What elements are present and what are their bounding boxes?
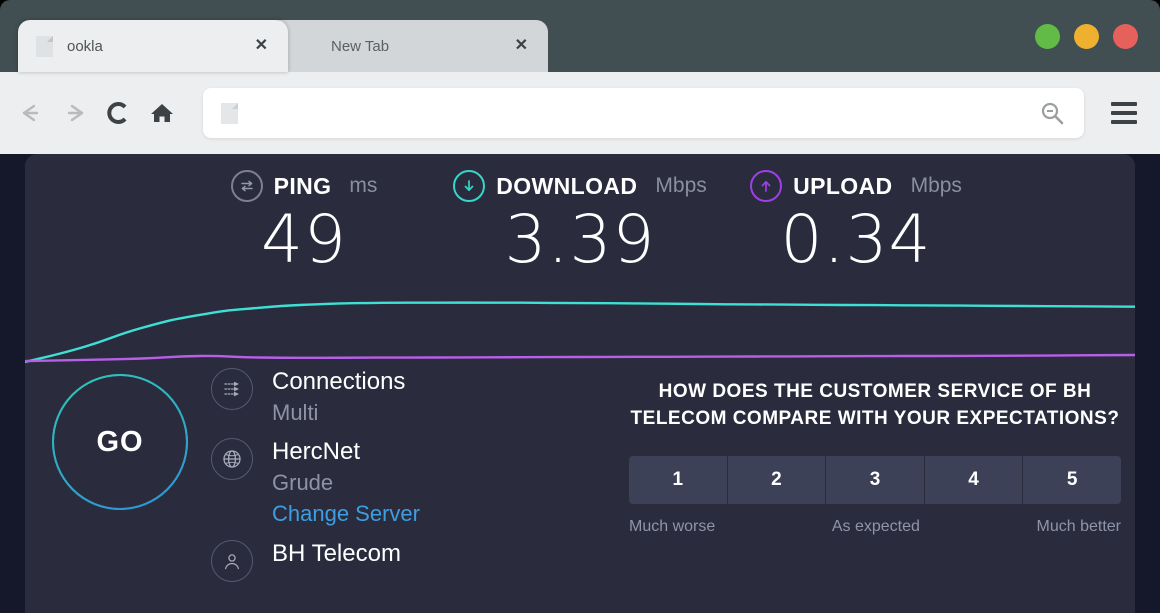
stat-header: PING ms (173, 170, 435, 202)
browser-window: New Tab ✕ ookla ✕ PING ms 49 DOWNLOAD Mb… (0, 0, 1160, 613)
stat-unit: Mbps (910, 174, 962, 197)
close-window-button[interactable] (1113, 24, 1138, 49)
hamburger-menu-icon[interactable] (1102, 91, 1146, 135)
info-row-connections[interactable]: Connections Multi (211, 366, 611, 428)
info-primary: Connections (272, 368, 406, 395)
go-button-label: GO (96, 425, 144, 458)
stat-header: UPLOAD Mbps (725, 170, 987, 202)
minimize-button[interactable] (1035, 24, 1060, 49)
browser-titlebar: New Tab ✕ ookla ✕ (0, 0, 1160, 72)
home-icon[interactable] (145, 96, 179, 130)
tab-close-icon[interactable]: ✕ (515, 38, 528, 54)
stat-label: UPLOAD (793, 172, 893, 199)
go-button[interactable]: GO (52, 374, 188, 510)
rating-button-2[interactable]: 2 (727, 456, 827, 504)
stat-header: DOWNLOAD Mbps (435, 170, 725, 202)
info-text: BH Telecom (272, 538, 401, 569)
window-controls (1035, 24, 1138, 49)
info-secondary: Grude (272, 470, 334, 495)
survey-rating-row: 1 2 3 4 5 (629, 456, 1121, 504)
stat-unit: ms (349, 174, 378, 197)
stat-upload: UPLOAD Mbps 0.34 (725, 170, 987, 276)
upload-icon (750, 170, 783, 202)
person-icon (211, 540, 253, 582)
reload-icon[interactable] (101, 96, 135, 130)
stat-unit: Mbps (655, 174, 707, 197)
tab-close-icon[interactable]: ✕ (255, 38, 268, 54)
scale-label-low: Much worse (629, 518, 716, 535)
info-primary: HercNet (272, 438, 361, 465)
speed-graph (23, 282, 1137, 370)
connection-info-list: Connections Multi HercNet Grude Change S… (211, 366, 611, 590)
tab-title: ookla (67, 37, 103, 55)
info-text: Connections Multi (272, 366, 405, 428)
info-secondary: Multi (272, 400, 319, 425)
info-row-isp[interactable]: BH Telecom (211, 538, 611, 582)
speed-stats-row: PING ms 49 DOWNLOAD Mbps 3.39 UPLOAD Mbp… (25, 170, 1135, 276)
survey-question: HOW DOES THE CUSTOMER SERVICE OF BH TELE… (630, 381, 1120, 429)
change-server-link[interactable]: Change Server (272, 498, 420, 530)
survey-panel: HOW DOES THE CUSTOMER SERVICE OF BH TELE… (615, 366, 1135, 613)
rating-button-5[interactable]: 5 (1023, 456, 1121, 504)
speedtest-left-column: GO Connections Multi HercNet Grude Chang… (25, 366, 615, 613)
url-input[interactable] (248, 103, 1038, 123)
stat-ping: PING ms 49 (173, 170, 435, 276)
page-favicon-icon (221, 102, 238, 124)
speedtest-lower-section: GO Connections Multi HercNet Grude Chang… (25, 366, 1135, 613)
speedtest-page: PING ms 49 DOWNLOAD Mbps 3.39 UPLOAD Mbp… (23, 154, 1137, 613)
rating-button-4[interactable]: 4 (924, 456, 1024, 504)
tab-favicon-icon (36, 35, 53, 57)
scale-label-high: Much better (1036, 518, 1121, 535)
rating-button-1[interactable]: 1 (629, 456, 728, 504)
stat-label: PING (273, 172, 332, 199)
tab-title: New Tab (331, 37, 390, 55)
stat-download: DOWNLOAD Mbps 3.39 (435, 170, 725, 276)
stat-value: 3.39 (504, 201, 656, 278)
address-bar[interactable] (203, 88, 1084, 138)
browser-toolbar (0, 72, 1160, 154)
info-row-server[interactable]: HercNet Grude Change Server (211, 436, 611, 530)
speed-graph-svg (23, 301, 1137, 364)
survey-scale-labels: Much worse As expected Much better (629, 518, 1121, 536)
forward-arrow-icon[interactable] (57, 96, 91, 130)
maximize-button[interactable] (1074, 24, 1099, 49)
stat-value: 0.34 (780, 201, 932, 278)
info-text: HercNet Grude Change Server (272, 436, 420, 530)
page-viewport: PING ms 49 DOWNLOAD Mbps 3.39 UPLOAD Mbp… (0, 154, 1160, 613)
rating-button-3[interactable]: 3 (826, 456, 925, 504)
back-arrow-icon[interactable] (13, 96, 47, 130)
ping-icon (230, 170, 263, 202)
browser-tab-ookla[interactable]: ookla ✕ (18, 20, 288, 72)
globe-icon (211, 438, 253, 480)
download-icon (453, 170, 486, 202)
browser-tab-new-tab[interactable]: New Tab ✕ (268, 20, 548, 72)
stat-value: 49 (261, 201, 347, 278)
scale-label-mid: As expected (831, 518, 920, 535)
search-icon[interactable] (1038, 99, 1066, 127)
info-primary: BH Telecom (272, 540, 401, 567)
stat-label: DOWNLOAD (496, 172, 638, 199)
connections-icon (211, 368, 253, 410)
